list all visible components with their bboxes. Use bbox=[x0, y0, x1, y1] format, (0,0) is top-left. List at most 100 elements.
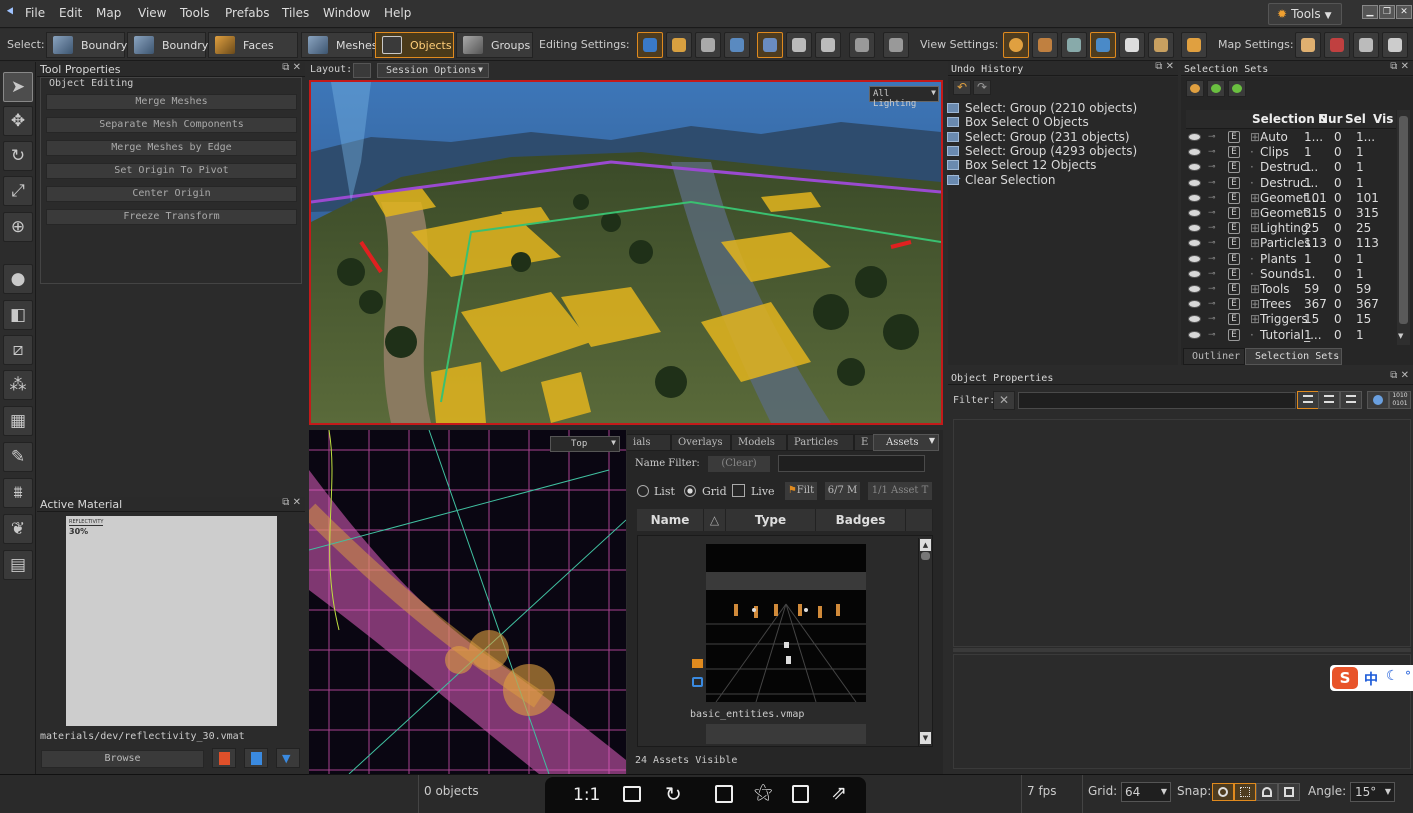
eye-icon[interactable] bbox=[1188, 224, 1201, 233]
eye-icon[interactable] bbox=[1188, 285, 1201, 293]
compact-view-icon[interactable] bbox=[1340, 391, 1362, 409]
expand-icon[interactable]: ⊞ bbox=[1250, 191, 1260, 205]
block-tool-icon[interactable]: ◧ bbox=[3, 300, 33, 330]
assets-dropdown[interactable]: Assets ▼ bbox=[873, 434, 939, 451]
runner-icon[interactable] bbox=[1119, 32, 1145, 58]
selection-set-row[interactable]: ⊸ E · Tutorial_... 1 0 1 bbox=[1186, 328, 1410, 343]
angle-select[interactable]: 15° ▼ bbox=[1350, 782, 1395, 802]
selection-set-row[interactable]: ⊸ E · Sounds... 1 0 1 bbox=[1186, 267, 1410, 282]
eye-icon[interactable] bbox=[1188, 133, 1201, 141]
pivot-icon[interactable] bbox=[786, 32, 812, 58]
undo-entry[interactable]: Select: Group (231 objects) bbox=[947, 130, 1130, 144]
tab-entities[interactable]: E bbox=[854, 434, 874, 451]
undo-entry-current[interactable]: ▶Clear Selection bbox=[947, 173, 1056, 187]
brush-eraser-icon[interactable] bbox=[1353, 32, 1379, 58]
select-objects-button[interactable]: Objects bbox=[375, 32, 454, 58]
save-icon[interactable] bbox=[715, 785, 733, 803]
selection-sets-scrollbar[interactable]: ▼ bbox=[1397, 110, 1410, 345]
live-checkbox[interactable] bbox=[732, 484, 745, 497]
undo-entry[interactable]: Select: Group (2210 objects) bbox=[947, 101, 1137, 115]
menu-prefabs[interactable]: Prefabs bbox=[225, 6, 270, 20]
perspective-viewport[interactable]: All Lighting ▼ bbox=[309, 80, 943, 425]
select-arrow-icon[interactable]: ➤ bbox=[3, 72, 33, 102]
column-type-header[interactable]: Type bbox=[726, 509, 816, 531]
clip-tool-icon[interactable]: ⧄ bbox=[3, 335, 33, 365]
clear-filter-button[interactable]: (Clear) bbox=[707, 455, 771, 473]
selection-set-row[interactable]: ⊸ E ⊞ Tools 59 0 59 bbox=[1186, 282, 1410, 297]
share-icon[interactable]: ⇗ bbox=[831, 782, 847, 804]
lighting-mode-dropdown[interactable]: All Lighting ▼ bbox=[869, 86, 939, 109]
expand-icon[interactable]: ⊞ bbox=[1250, 221, 1260, 235]
eye-icon[interactable] bbox=[1188, 330, 1201, 339]
scroll-up-icon[interactable]: ▲ bbox=[920, 539, 931, 551]
layout-grid-icon[interactable] bbox=[353, 63, 371, 78]
models-count-button[interactable]: 6/7 M bbox=[824, 481, 861, 501]
fit-icon[interactable] bbox=[623, 786, 641, 802]
top-viewport[interactable]: Top ▼ bbox=[309, 430, 626, 774]
lock-toggle-icon[interactable]: ⊸ bbox=[1208, 193, 1220, 203]
eye-icon[interactable] bbox=[1188, 178, 1201, 187]
eye-icon[interactable] bbox=[1188, 269, 1201, 278]
terrain-icon[interactable] bbox=[1032, 32, 1058, 58]
properties-filter-input[interactable] bbox=[1018, 392, 1296, 409]
selection-set-row[interactable]: ⊸ E ⊞ Trees 367 0 367 bbox=[1186, 297, 1410, 312]
lock-toggle-icon[interactable]: ⊸ bbox=[1208, 162, 1220, 172]
grid-toggle-icon[interactable] bbox=[1148, 32, 1174, 58]
selection-set-row[interactable]: ⊸ E ⊞ Geomet... 315 0 315 bbox=[1186, 206, 1410, 221]
selection-set-row[interactable]: ⊸ E · Plants 1 0 1 bbox=[1186, 252, 1410, 267]
column-selection-set[interactable]: Selection S bbox=[1252, 112, 1328, 126]
tab-models[interactable]: Models bbox=[731, 434, 787, 451]
splitter-handle[interactable] bbox=[953, 648, 1411, 652]
lighting-icon[interactable] bbox=[1003, 32, 1029, 58]
light-bulb-icon[interactable]: ● bbox=[3, 264, 33, 294]
scale-icon[interactable]: ⤢ bbox=[3, 176, 33, 206]
merge-meshes-button[interactable]: Merge Meshes bbox=[46, 94, 297, 110]
eye-icon[interactable] bbox=[1188, 193, 1201, 202]
tab-overlays[interactable]: Overlays bbox=[671, 434, 731, 451]
menu-tiles[interactable]: Tiles bbox=[282, 6, 309, 20]
select-meshes-button[interactable]: Meshes bbox=[301, 32, 377, 58]
add-to-set-icon[interactable] bbox=[1207, 80, 1225, 97]
expand-icon[interactable]: ⊞ bbox=[1250, 236, 1260, 250]
pivot-tool-icon[interactable]: ⊕ bbox=[3, 212, 33, 242]
expand-icon[interactable]: ⊞ bbox=[1250, 282, 1260, 296]
column-selected[interactable]: Sel bbox=[1345, 112, 1366, 126]
sort-up-icon[interactable]: △ bbox=[704, 509, 726, 531]
session-options-dropdown[interactable]: Session Options ▼ bbox=[377, 63, 489, 78]
cube-view-icon[interactable] bbox=[1090, 32, 1116, 58]
lock-toggle-icon[interactable]: ⊸ bbox=[1208, 254, 1220, 264]
scroll-thumb[interactable] bbox=[1399, 116, 1408, 324]
rotate-icon[interactable]: ↻ bbox=[665, 782, 682, 806]
eye-icon[interactable] bbox=[1188, 209, 1201, 217]
select-boundry2-button[interactable]: Boundry bbox=[127, 32, 208, 58]
remove-from-set-icon[interactable] bbox=[1228, 80, 1246, 97]
sapling-icon[interactable]: ❦ bbox=[3, 514, 33, 544]
camera-icon[interactable] bbox=[849, 32, 875, 58]
vertex-tool-icon[interactable]: ⁂ bbox=[3, 370, 33, 400]
panel-float-close-icon[interactable]: ⧉ ✕ bbox=[282, 497, 301, 508]
expand-icon[interactable]: ⊞ bbox=[1250, 312, 1260, 326]
column-badges-header[interactable]: Badges bbox=[816, 509, 906, 531]
center-origin-button[interactable]: Center Origin bbox=[46, 186, 297, 202]
panel-float-close-icon[interactable]: ⧉ ✕ bbox=[1390, 370, 1409, 381]
clear-filter-icon[interactable]: ✕ bbox=[993, 391, 1015, 410]
undo-icon[interactable]: ↶ bbox=[953, 80, 971, 95]
knife-icon[interactable] bbox=[695, 32, 721, 58]
zoom-ratio-label[interactable]: 1:1 bbox=[573, 785, 600, 805]
lock-toggle-icon[interactable]: ⊸ bbox=[1208, 178, 1220, 188]
eye-icon[interactable] bbox=[1188, 315, 1201, 324]
tab-particles[interactable]: Particles bbox=[787, 434, 854, 451]
eye-icon[interactable] bbox=[1188, 148, 1201, 157]
selection-set-row[interactable]: ⊸ E ⊞ Geomet... 101 0 101 bbox=[1186, 191, 1410, 206]
move-icon[interactable]: ✥ bbox=[3, 106, 33, 136]
checker-material-icon[interactable]: ▦ bbox=[3, 406, 33, 436]
menu-view[interactable]: View bbox=[138, 6, 166, 20]
list-view-icon[interactable] bbox=[1297, 391, 1319, 409]
name-filter-input[interactable] bbox=[778, 455, 925, 472]
map-icon[interactable] bbox=[1295, 32, 1321, 58]
tools-mode-dropdown[interactable]: ✹ Tools ▼ bbox=[1268, 3, 1342, 25]
lock-toggle-icon[interactable]: ⊸ bbox=[1208, 314, 1220, 324]
local-axis-icon[interactable] bbox=[666, 32, 692, 58]
panel-float-close-icon[interactable]: ⧉ ✕ bbox=[1155, 61, 1174, 72]
eye-icon[interactable] bbox=[1188, 254, 1201, 263]
